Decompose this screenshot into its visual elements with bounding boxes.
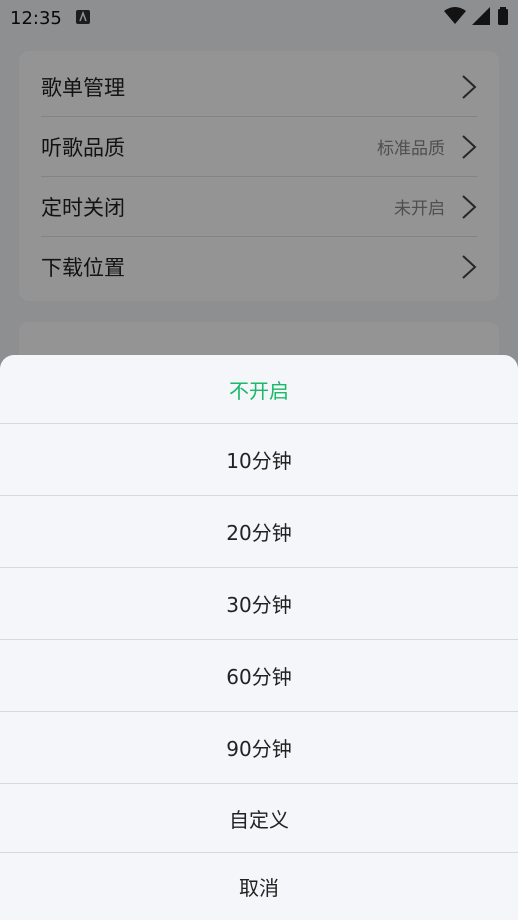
cancel-button[interactable]: 取消 [0,853,518,920]
option-30-min[interactable]: 30分钟 [0,568,518,640]
timer-bottom-sheet: 不开启 10分钟 20分钟 30分钟 60分钟 90分钟 自定义 取消 [0,355,518,920]
option-20-min[interactable]: 20分钟 [0,496,518,568]
option-10-min[interactable]: 10分钟 [0,424,518,496]
option-custom[interactable]: 自定义 [0,784,518,853]
option-90-min[interactable]: 90分钟 [0,712,518,784]
option-off[interactable]: 不开启 [0,355,518,424]
option-60-min[interactable]: 60分钟 [0,640,518,712]
